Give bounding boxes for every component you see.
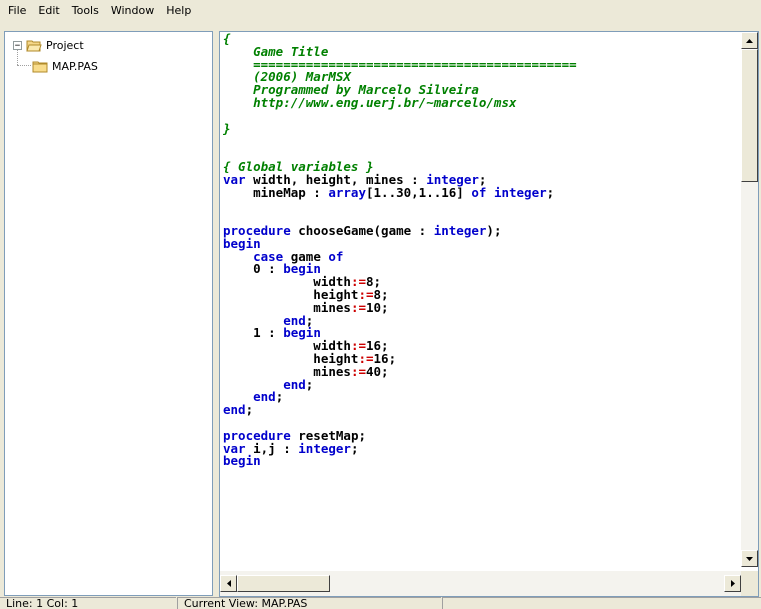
- code-token: end: [253, 389, 276, 405]
- tree-label-project: Project: [46, 38, 84, 52]
- arrow-left-icon: [226, 580, 231, 587]
- menu-tools[interactable]: Tools: [66, 0, 105, 22]
- code-line[interactable]: end;: [223, 376, 740, 392]
- status-extra: [442, 597, 761, 609]
- code-token: :=: [350, 299, 366, 315]
- menu-window[interactable]: Window: [105, 0, 160, 22]
- code-token: integer: [298, 440, 351, 456]
- status-current-view: Current View: MAP.PAS: [177, 597, 441, 609]
- code-token: begin: [223, 453, 261, 469]
- code-token: ;: [275, 389, 284, 405]
- arrow-down-icon: [746, 556, 753, 561]
- code-token: integer: [493, 184, 547, 200]
- code-token: ;: [245, 402, 254, 418]
- code-token: ;: [305, 376, 314, 392]
- code-token: integer: [433, 222, 487, 238]
- code-line[interactable]: procedure chooseGame(game : integer);: [223, 222, 740, 238]
- menu-file[interactable]: File: [2, 0, 32, 22]
- code-token: of: [328, 248, 344, 264]
- code-token: array: [328, 184, 366, 200]
- folder-icon: [32, 61, 48, 72]
- code-token: ;: [546, 184, 555, 200]
- code-token: 10;: [366, 299, 389, 315]
- code-token: ;: [350, 440, 359, 456]
- scroll-left-button[interactable]: [220, 575, 237, 592]
- arrow-right-icon: [730, 580, 735, 587]
- project-tree-panel: − Project MAP.PAS: [4, 31, 213, 596]
- menu-help[interactable]: Help: [160, 0, 197, 22]
- code-token: end: [283, 376, 306, 392]
- status-bar: Line: 1 Col: 1 Current View: MAP.PAS: [0, 597, 761, 609]
- scroll-down-button[interactable]: [741, 550, 758, 567]
- code-token: chooseGame(game :: [290, 222, 434, 238]
- code-line[interactable]: [223, 110, 740, 123]
- code-line[interactable]: mineMap : array[1..30,1..16] of integer;: [223, 184, 740, 200]
- open-folder-icon: [26, 40, 42, 51]
- menu-edit[interactable]: Edit: [32, 0, 65, 22]
- code-line[interactable]: end;: [223, 402, 740, 418]
- collapse-icon[interactable]: −: [13, 40, 22, 50]
- code-line[interactable]: [223, 199, 740, 212]
- vertical-scrollbar[interactable]: [741, 32, 758, 567]
- scroll-right-button[interactable]: [724, 575, 741, 592]
- tree-connector-line: [17, 65, 31, 66]
- scroll-up-button[interactable]: [741, 32, 758, 49]
- horizontal-scroll-thumb[interactable]: [237, 575, 330, 592]
- code-token: [1..30,1..16]: [366, 184, 472, 200]
- code-line[interactable]: end;: [223, 389, 740, 405]
- menu-bar: File Edit Tools Window Help: [0, 0, 761, 22]
- tree-node-project[interactable]: − Project: [13, 37, 85, 53]
- tree-node-map-pas[interactable]: MAP.PAS: [32, 58, 99, 74]
- code-text-area[interactable]: { Game Title ===========================…: [223, 33, 740, 560]
- vertical-scroll-thumb[interactable]: [741, 49, 758, 182]
- code-line[interactable]: begin: [223, 453, 740, 469]
- code-line[interactable]: var i,j : integer;: [223, 440, 740, 456]
- code-line[interactable]: http://www.eng.uerj.br/~marcelo/msx: [223, 94, 740, 110]
- code-token: }: [223, 120, 231, 136]
- horizontal-scrollbar[interactable]: [220, 571, 741, 596]
- scrollbar-corner: [741, 571, 758, 596]
- status-cursor-position: Line: 1 Col: 1: [0, 597, 176, 609]
- code-editor[interactable]: { Game Title ===========================…: [219, 31, 759, 597]
- code-token: end: [223, 402, 246, 418]
- code-token: of: [471, 184, 487, 200]
- code-token: );: [486, 222, 502, 238]
- code-line[interactable]: [223, 135, 740, 148]
- code-line[interactable]: }: [223, 120, 740, 136]
- code-token: mineMap :: [223, 184, 329, 200]
- code-token: 40;: [366, 363, 389, 379]
- arrow-up-icon: [746, 38, 753, 43]
- code-token: :=: [350, 363, 366, 379]
- tree-label-map-pas: MAP.PAS: [51, 59, 99, 73]
- code-token: http://www.eng.uerj.br/~marcelo/msx: [223, 94, 517, 110]
